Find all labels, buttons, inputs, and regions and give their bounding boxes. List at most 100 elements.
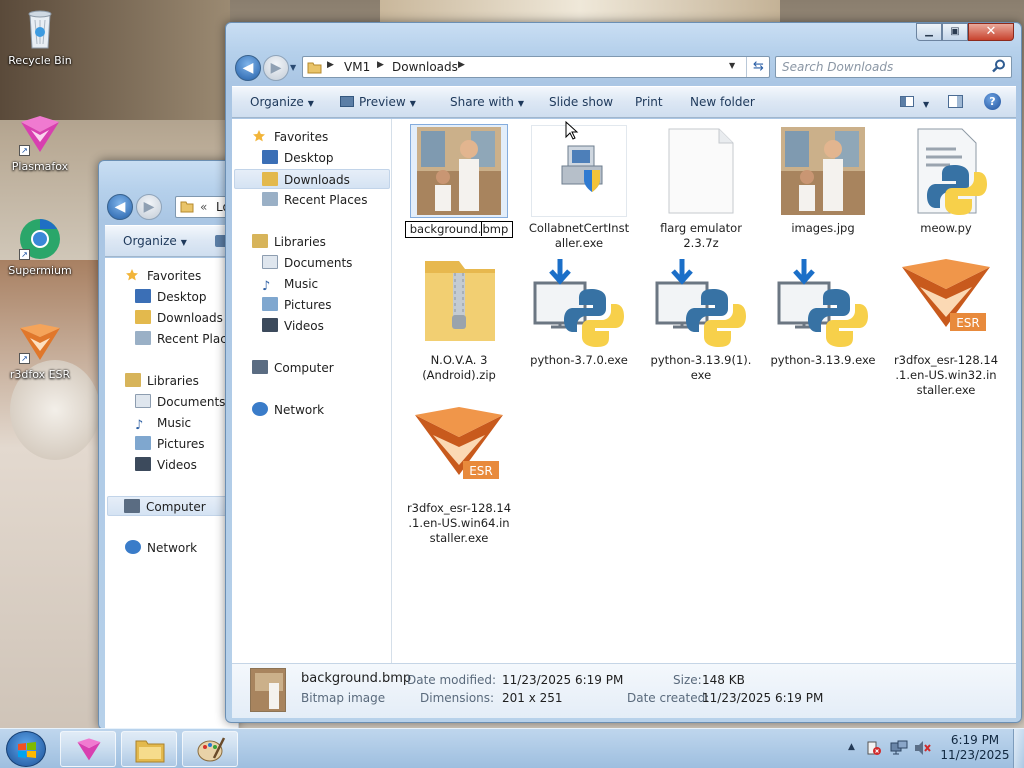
recycle-bin-icon: [17, 6, 63, 52]
desktop-icon-label: r3dfox ESR: [9, 368, 71, 381]
breadcrumb-separator-icon[interactable]: ▶: [327, 60, 334, 70]
preview-pane-button[interactable]: [948, 95, 963, 111]
nav-pictures[interactable]: Pictures: [135, 434, 205, 454]
file-item-python-3139-1[interactable]: python-3.13.9(1). exe: [643, 257, 759, 383]
file-item-meow-py[interactable]: meow.py: [888, 125, 1004, 236]
maximize-button[interactable]: ▣: [942, 23, 968, 41]
address-bar[interactable]: ▶ VM1 ▶ Downloads ▶ ▼ ⇆: [302, 56, 770, 78]
start-button[interactable]: [6, 731, 46, 767]
file-item-flarg-emulator[interactable]: flarg emulator 2.3.7z: [643, 125, 759, 251]
file-item-python-3139[interactable]: python-3.13.9.exe: [765, 257, 881, 368]
print-button[interactable]: Print: [635, 95, 663, 109]
nav-downloads[interactable]: Downloads: [234, 169, 390, 189]
file-item-r3dfox-win64[interactable]: ESR r3dfox_esr-128.14 .1.en-US.win64.in …: [401, 405, 517, 546]
file-name: CollabnetCertInst: [528, 221, 630, 235]
new-folder-button[interactable]: New folder: [690, 95, 755, 109]
taskbar-plasmafox[interactable]: [60, 731, 116, 767]
network-icon: [125, 540, 141, 554]
system-clock[interactable]: 6:19 PM 11/23/2025: [940, 733, 1010, 763]
desktop-icon-recycle-bin[interactable]: Recycle Bin: [0, 6, 80, 67]
refresh-icon[interactable]: ⇆: [746, 57, 770, 77]
close-button[interactable]: ✕: [968, 23, 1014, 41]
breadcrumb-vm1[interactable]: VM1: [344, 60, 370, 74]
nav-favorites[interactable]: Favorites: [252, 127, 328, 147]
desktop-icon-plasmafox[interactable]: ↗ Plasmafox: [0, 112, 80, 173]
recent-places-icon: [135, 331, 151, 345]
search-icon[interactable]: [991, 58, 1007, 77]
desktop-icon-supermium[interactable]: ↗ Supermium: [0, 216, 80, 277]
videos-icon: [262, 318, 278, 332]
file-item-collabnet-installer[interactable]: CollabnetCertInst aller.exe: [521, 125, 637, 251]
taskbar-explorer[interactable]: [121, 731, 177, 767]
explorer-window-downloads[interactable]: ▁ ▣ ✕ ◀ ▶ ▼ ▶ VM1 ▶ Downloads ▶ ▼ ⇆ Sear…: [225, 22, 1022, 723]
nav-videos[interactable]: Videos: [262, 316, 324, 336]
background-explorer-window[interactable]: ◀ ▶ « Lo Organize ▼ Favorites Desktop Dow…: [98, 160, 245, 730]
minimize-button[interactable]: ▁: [916, 23, 942, 41]
command-bar: Organize ▼: [105, 225, 239, 257]
file-name: aller.exe: [554, 236, 604, 250]
nav-libraries[interactable]: Libraries: [252, 232, 326, 252]
change-view-button[interactable]: ▼: [900, 96, 929, 110]
nav-documents[interactable]: Documents: [135, 392, 225, 412]
svg-text:ESR: ESR: [956, 316, 980, 330]
back-button[interactable]: ◀: [235, 55, 261, 81]
taskbar-paint[interactable]: [182, 731, 238, 767]
slide-show-button[interactable]: Slide show: [549, 95, 613, 109]
nav-network[interactable]: Network: [252, 400, 324, 420]
music-note-icon: ♪: [262, 279, 271, 294]
nav-computer[interactable]: Computer: [107, 496, 239, 516]
navigation-pane: Favorites Desktop Downloads Recent Place…: [232, 119, 392, 663]
nav-music[interactable]: ♪ Music: [262, 274, 318, 294]
network-status-icon[interactable]: [890, 740, 908, 759]
nav-music[interactable]: ♪ Music: [135, 413, 191, 433]
back-button[interactable]: ◀: [107, 194, 133, 220]
nav-computer[interactable]: Computer: [252, 358, 334, 378]
nav-downloads[interactable]: Downloads: [135, 308, 223, 328]
plasmafox-icon: ↗: [17, 112, 63, 158]
file-name: 2.3.7z: [683, 236, 719, 250]
details-filename: background.bmp: [301, 671, 412, 686]
nav-documents[interactable]: Documents: [262, 253, 352, 273]
file-name: r3dfox_esr-128.14: [893, 353, 999, 367]
preview-button[interactable]: Preview ▼: [340, 95, 416, 109]
details-size: 148 KB: [702, 673, 745, 687]
recent-pages-dropdown[interactable]: ▼: [290, 63, 296, 72]
organize-button[interactable]: Organize ▼: [250, 95, 314, 109]
file-item-nova3-zip[interactable]: N.O.V.A. 3 (Android).zip: [401, 257, 517, 383]
details-dimensions: 201 x 251: [502, 691, 563, 705]
file-list-pane[interactable]: background.bmp CollabnetCertInst aller.e…: [392, 119, 1016, 663]
help-button[interactable]: ?: [984, 93, 1001, 110]
share-with-button[interactable]: Share with ▼: [450, 95, 524, 109]
address-dropdown-icon[interactable]: ▼: [729, 61, 735, 70]
volume-muted-icon[interactable]: [914, 740, 932, 759]
breadcrumb-separator-icon[interactable]: ▶: [377, 60, 384, 70]
nav-desktop[interactable]: Desktop: [135, 287, 207, 307]
forward-button[interactable]: ▶: [136, 194, 162, 220]
file-item-r3dfox-win32[interactable]: ESR r3dfox_esr-128.14 .1.en-US.win32.in …: [888, 257, 1004, 398]
nav-videos[interactable]: Videos: [135, 455, 197, 475]
file-name: (Android).zip: [422, 368, 496, 382]
show-hidden-icons-button[interactable]: ▲: [848, 742, 855, 752]
breadcrumb-separator-icon[interactable]: ▶: [458, 60, 465, 70]
file-item-python-370[interactable]: python-3.7.0.exe: [521, 257, 637, 368]
organize-button[interactable]: Organize ▼: [123, 234, 187, 248]
action-center-icon[interactable]: [866, 740, 882, 759]
breadcrumb-downloads[interactable]: Downloads: [392, 60, 458, 74]
nav-pictures[interactable]: Pictures: [262, 295, 332, 315]
nav-favorites[interactable]: Favorites: [125, 266, 201, 286]
image-thumbnail-icon: [775, 125, 871, 217]
nav-libraries[interactable]: Libraries: [125, 371, 199, 391]
forward-button[interactable]: ▶: [263, 55, 289, 81]
nav-network[interactable]: Network: [125, 538, 197, 558]
rename-textbox[interactable]: background.bmp: [404, 221, 514, 238]
show-desktop-button[interactable]: [1013, 729, 1024, 768]
libraries-icon: [125, 373, 141, 387]
file-item-images-jpg[interactable]: images.jpg: [765, 125, 881, 236]
file-item-background-bmp[interactable]: background.bmp: [401, 124, 517, 238]
nav-recent-places[interactable]: Recent Places: [262, 190, 367, 210]
nav-desktop[interactable]: Desktop: [262, 148, 334, 168]
file-name: exe: [690, 368, 712, 382]
address-overflow[interactable]: «: [200, 200, 207, 214]
search-box[interactable]: Search Downloads: [775, 56, 1012, 78]
desktop-icon-r3dfox[interactable]: ↗ r3dfox ESR: [0, 320, 80, 381]
